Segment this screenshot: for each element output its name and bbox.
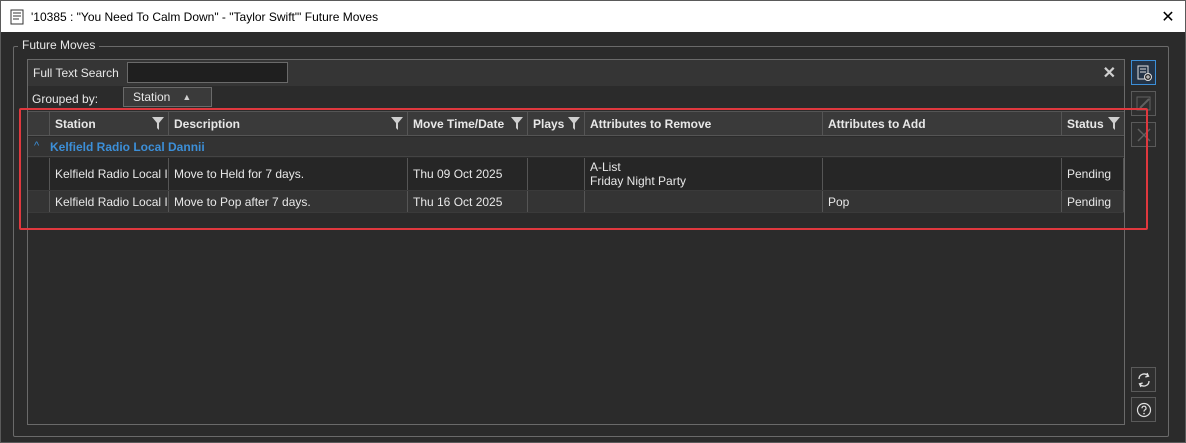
column-header-description[interactable]: Description bbox=[169, 112, 408, 136]
column-label: Move Time/Date bbox=[413, 117, 505, 131]
add-move-button[interactable] bbox=[1131, 60, 1156, 85]
column-header-attributes-to-add[interactable]: Attributes to Add bbox=[823, 112, 1062, 136]
edit-move-button[interactable] bbox=[1131, 91, 1156, 116]
cell-move-time: Thu 16 Oct 2025 bbox=[408, 191, 528, 212]
groupbox-label: Future Moves bbox=[18, 38, 100, 52]
cell-station: Kelfield Radio Local I bbox=[50, 158, 169, 190]
search-input[interactable] bbox=[127, 62, 288, 83]
cell-attributes-to-add bbox=[823, 158, 1062, 190]
add-move-icon bbox=[1137, 65, 1152, 81]
search-row: Full Text Search ✕ bbox=[28, 60, 1124, 86]
delete-move-button[interactable] bbox=[1131, 122, 1156, 147]
refresh-icon bbox=[1137, 372, 1150, 387]
refresh-button[interactable] bbox=[1131, 367, 1156, 392]
column-header-status[interactable]: Status bbox=[1062, 112, 1124, 136]
column-label: Status bbox=[1067, 117, 1104, 131]
column-header-attributes-to-remove[interactable]: Attributes to Remove bbox=[585, 112, 823, 136]
column-label: Description bbox=[174, 117, 241, 131]
column-label: Attributes to Remove bbox=[590, 117, 712, 131]
attribute-remove-item: Friday Night Party bbox=[590, 174, 687, 188]
cell-plays bbox=[528, 191, 585, 212]
row-selector[interactable] bbox=[28, 191, 50, 212]
app-icon bbox=[10, 9, 24, 24]
sort-ascending-icon[interactable]: ▲ bbox=[182, 92, 191, 102]
column-label: Plays bbox=[533, 117, 565, 131]
filter-icon[interactable] bbox=[152, 117, 164, 130]
table-row[interactable]: Kelfield Radio Local I Move to Held for … bbox=[28, 158, 1124, 191]
help-icon bbox=[1136, 402, 1151, 417]
cell-plays bbox=[528, 158, 585, 190]
cell-station: Kelfield Radio Local I bbox=[50, 191, 169, 212]
cell-attributes-to-add: Pop bbox=[823, 191, 1062, 212]
future-moves-window: '10385 : "You Need To Calm Down" - "Tayl… bbox=[0, 0, 1186, 443]
cell-description: Move to Held for 7 days. bbox=[169, 158, 408, 190]
close-button[interactable]: ✕ bbox=[1153, 1, 1183, 32]
table-row[interactable]: Kelfield Radio Local I Move to Pop after… bbox=[28, 191, 1124, 213]
help-button[interactable] bbox=[1131, 397, 1156, 422]
group-label: Kelfield Radio Local Dannii bbox=[50, 140, 205, 154]
row-selector-header bbox=[28, 112, 50, 136]
clear-search-icon[interactable]: ✕ bbox=[1103, 63, 1116, 83]
column-label: Station bbox=[55, 117, 96, 131]
cell-description: Move to Pop after 7 days. bbox=[169, 191, 408, 212]
group-row-station[interactable]: ^ Kelfield Radio Local Dannii bbox=[28, 137, 1124, 157]
group-chip-station[interactable]: Station ▲ bbox=[123, 87, 212, 107]
cell-status: Pending bbox=[1062, 158, 1124, 190]
filter-icon[interactable] bbox=[511, 117, 523, 130]
delete-icon bbox=[1136, 127, 1151, 142]
search-label: Full Text Search bbox=[33, 66, 119, 80]
filter-icon[interactable] bbox=[568, 117, 580, 130]
chevron-up-icon[interactable]: ^ bbox=[34, 140, 39, 152]
column-label: Attributes to Add bbox=[828, 117, 926, 131]
column-header-plays[interactable]: Plays bbox=[528, 112, 585, 136]
edit-icon bbox=[1136, 96, 1150, 110]
row-selector[interactable] bbox=[28, 158, 50, 190]
group-chip-label: Station bbox=[133, 90, 171, 104]
cell-attributes-to-remove bbox=[585, 191, 823, 212]
cell-status: Pending bbox=[1062, 191, 1124, 212]
filter-icon[interactable] bbox=[1108, 117, 1120, 130]
attribute-remove-item: A-List bbox=[590, 160, 621, 174]
column-header-move-time[interactable]: Move Time/Date bbox=[408, 112, 528, 136]
window-title: '10385 : "You Need To Calm Down" - "Tayl… bbox=[31, 9, 379, 24]
cell-move-time: Thu 09 Oct 2025 bbox=[408, 158, 528, 190]
grid-header: Station Description Move Time/Date Plays… bbox=[28, 111, 1124, 136]
cell-attributes-to-remove: A-List Friday Night Party bbox=[585, 158, 823, 190]
column-header-station[interactable]: Station bbox=[50, 112, 169, 136]
grouped-by-label: Grouped by: bbox=[32, 92, 99, 106]
title-bar: '10385 : "You Need To Calm Down" - "Tayl… bbox=[1, 1, 1185, 32]
grouping-row: Grouped by: Station ▲ bbox=[28, 86, 1124, 110]
filter-icon[interactable] bbox=[391, 117, 403, 130]
